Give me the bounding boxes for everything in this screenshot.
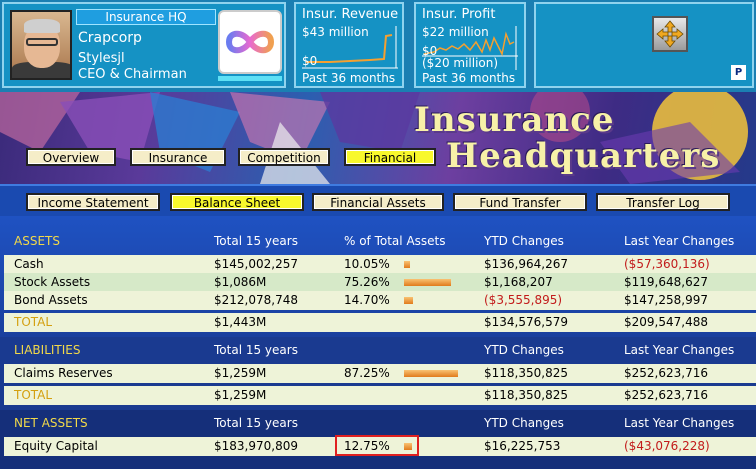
assets-header-row: ASSETS Total 15 years % of Total Assets … xyxy=(4,232,756,251)
profit-graph-title: Insur. Profit xyxy=(422,7,496,22)
row-last: $147,258,997 xyxy=(624,293,708,307)
profit-graph-panel[interactable]: Insur. Profit $22 million $0 ($20 millio… xyxy=(414,2,526,88)
tab-financial[interactable]: Financial xyxy=(344,148,436,166)
tab-competition[interactable]: Competition xyxy=(238,148,330,166)
row-ytd: $136,964,267 xyxy=(484,257,568,271)
tab-insurance[interactable]: Insurance xyxy=(130,148,226,166)
liabilities-total-row: TOTAL $1,259M $118,350,825 $252,623,716 xyxy=(4,386,756,405)
section-title-net-assets: NET ASSETS xyxy=(14,416,88,430)
col-total-header: Total 15 years xyxy=(214,416,298,430)
pct-bar xyxy=(404,297,413,304)
profit-graph-footer: Past 36 months xyxy=(422,71,516,85)
tools-panel: P xyxy=(534,2,754,88)
subtab-fund-transfer[interactable]: Fund Transfer xyxy=(453,193,587,211)
section-title-assets: ASSETS xyxy=(14,234,60,248)
revenue-top-value: $43 million xyxy=(302,25,369,39)
user-title: CEO & Chairman xyxy=(78,67,187,82)
total-last: $209,547,488 xyxy=(624,315,708,329)
col-ytd-header: YTD Changes xyxy=(484,234,564,248)
tab-overview[interactable]: Overview xyxy=(26,148,116,166)
move-arrows-button[interactable] xyxy=(652,16,688,52)
row-last: ($57,360,136) xyxy=(624,257,710,271)
row-ytd: ($3,555,895) xyxy=(484,293,563,307)
user-name: Stylesjl xyxy=(78,51,125,66)
revenue-bottom-value: $0 xyxy=(302,54,318,68)
total-label: TOTAL xyxy=(14,388,53,402)
row-ytd: $16,225,753 xyxy=(484,439,561,453)
row-pct: 87.25% xyxy=(344,366,390,380)
pct-bar xyxy=(404,261,410,268)
total-label: TOTAL xyxy=(14,315,53,329)
row-pct: 10.05% xyxy=(344,257,390,271)
banner: Insurance Headquarters Overview Insuranc… xyxy=(0,92,756,184)
table-row[interactable]: Bond Assets $212,078,748 14.70% ($3,555,… xyxy=(4,291,756,310)
company-panel: Insurance HQ Crapcorp Stylesjl CEO & Cha… xyxy=(2,2,286,88)
row-ytd: $118,350,825 xyxy=(484,366,568,380)
row-total: $1,259M xyxy=(214,366,267,380)
subtab-financial-assets[interactable]: Financial Assets xyxy=(312,193,444,211)
col-total-header: Total 15 years xyxy=(214,343,298,357)
total-last: $252,623,716 xyxy=(624,388,708,402)
revenue-graph-footer: Past 36 months xyxy=(302,71,396,85)
company-name: Crapcorp xyxy=(78,30,142,46)
row-total: $183,970,809 xyxy=(214,439,298,453)
total-value: $1,443M xyxy=(214,315,267,329)
company-logo[interactable] xyxy=(218,10,282,74)
sub-tab-bar: Income Statement Balance Sheet Financial… xyxy=(0,184,756,216)
table-row[interactable]: Claims Reserves $1,259M 87.25% $118,350,… xyxy=(4,364,756,383)
row-ytd: $1,168,207 xyxy=(484,275,553,289)
p-badge[interactable]: P xyxy=(731,65,746,80)
total-value: $1,259M xyxy=(214,388,267,402)
avatar[interactable] xyxy=(10,10,72,80)
selection-highlight xyxy=(335,435,419,456)
pct-bar xyxy=(404,279,451,286)
row-last: $252,623,716 xyxy=(624,366,708,380)
move-arrows-icon xyxy=(656,20,684,48)
col-last-header: Last Year Changes xyxy=(624,234,735,248)
hq-label: Insurance HQ xyxy=(76,9,216,25)
row-label: Equity Capital xyxy=(14,439,98,453)
table-row[interactable]: Stock Assets $1,086M 75.26% $1,168,207 $… xyxy=(4,273,756,292)
col-ytd-header: YTD Changes xyxy=(484,416,564,430)
pct-bar xyxy=(404,370,458,377)
row-total: $1,086M xyxy=(214,275,267,289)
row-label: Claims Reserves xyxy=(14,366,113,380)
col-total-header: Total 15 years xyxy=(214,234,298,248)
row-label: Cash xyxy=(14,257,44,271)
row-total: $212,078,748 xyxy=(214,293,298,307)
revenue-graph-title: Insur. Revenue xyxy=(302,7,399,22)
row-last: ($43,076,228) xyxy=(624,439,710,453)
logo-underline xyxy=(218,76,282,81)
banner-title-line1: Insurance xyxy=(414,100,615,140)
subtab-transfer-log[interactable]: Transfer Log xyxy=(596,193,730,211)
col-last-header: Last Year Changes xyxy=(624,416,735,430)
profit-bottom-value: ($20 million) xyxy=(422,56,499,70)
col-last-header: Last Year Changes xyxy=(624,343,735,357)
infinity-logo-icon xyxy=(225,30,275,54)
net-assets-header-row: NET ASSETS Total 15 years YTD Changes La… xyxy=(4,414,756,433)
row-last: $119,648,627 xyxy=(624,275,708,289)
subtab-balance-sheet[interactable]: Balance Sheet xyxy=(170,193,304,211)
row-pct: 14.70% xyxy=(344,293,390,307)
col-ytd-header: YTD Changes xyxy=(484,343,564,357)
table-row[interactable]: Cash $145,002,257 10.05% $136,964,267 ($… xyxy=(4,255,756,274)
assets-total-row: TOTAL $1,443M $134,576,579 $209,547,488 xyxy=(4,313,756,332)
col-pct-header: % of Total Assets xyxy=(344,234,446,248)
row-total: $145,002,257 xyxy=(214,257,298,271)
banner-title-line2: Headquarters xyxy=(446,136,721,176)
top-bar: Insurance HQ Crapcorp Stylesjl CEO & Cha… xyxy=(0,0,756,92)
profit-top-value: $22 million xyxy=(422,25,489,39)
revenue-graph-panel[interactable]: Insur. Revenue $43 million $0 Past 36 mo… xyxy=(294,2,404,88)
row-label: Bond Assets xyxy=(14,293,88,307)
subtab-income-statement[interactable]: Income Statement xyxy=(26,193,160,211)
section-title-liabilities: LIABILITIES xyxy=(14,343,81,357)
total-ytd: $118,350,825 xyxy=(484,388,568,402)
liabilities-header-row: LIABILITIES Total 15 years YTD Changes L… xyxy=(4,341,756,360)
total-ytd: $134,576,579 xyxy=(484,315,568,329)
row-pct: 75.26% xyxy=(344,275,390,289)
row-label: Stock Assets xyxy=(14,275,91,289)
